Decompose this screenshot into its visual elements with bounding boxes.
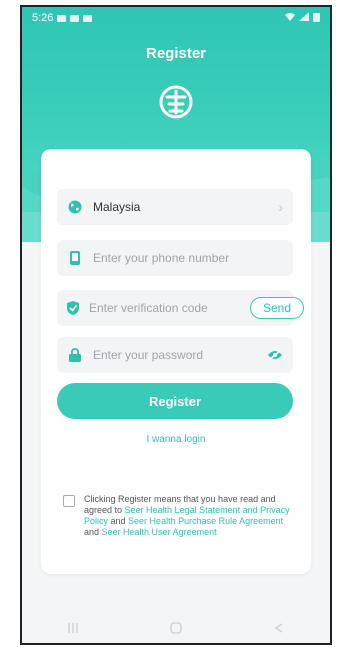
recent-apps-icon[interactable] bbox=[66, 621, 80, 635]
phone-field[interactable] bbox=[57, 240, 293, 276]
send-code-button[interactable]: Send bbox=[250, 297, 305, 319]
signal-icon bbox=[299, 12, 309, 24]
password-field[interactable] bbox=[57, 337, 293, 373]
wifi-icon bbox=[285, 12, 295, 24]
home-icon[interactable] bbox=[169, 621, 183, 635]
message-notification-icon bbox=[70, 14, 80, 22]
chevron-right-icon: › bbox=[278, 199, 283, 215]
app-logo-icon bbox=[157, 83, 195, 121]
country-selector[interactable]: Malaysia › bbox=[57, 189, 293, 225]
agreement-text-part: and bbox=[84, 527, 102, 537]
back-icon[interactable] bbox=[272, 621, 286, 635]
agreement-block: Clicking Register means that you have re… bbox=[63, 494, 293, 538]
login-link[interactable]: I wanna login bbox=[41, 434, 311, 445]
eye-off-icon[interactable] bbox=[267, 347, 283, 363]
status-bar: 5:26 bbox=[22, 7, 330, 29]
agreement-text: Clicking Register means that you have re… bbox=[84, 494, 293, 538]
verification-code-field[interactable]: Send bbox=[57, 290, 305, 326]
agreement-checkbox[interactable] bbox=[63, 495, 75, 507]
password-input[interactable] bbox=[93, 348, 267, 362]
battery-icon bbox=[313, 12, 320, 25]
shield-icon bbox=[67, 300, 79, 316]
phone-screen: 5:26 Register Malaysia › Enter your phon… bbox=[20, 5, 332, 645]
status-time: 5:26 bbox=[32, 12, 54, 24]
purchase-rule-link[interactable]: Seer Health Purchase Rule Agreement bbox=[128, 516, 283, 526]
phone-input[interactable] bbox=[93, 251, 283, 265]
country-value: Malaysia bbox=[93, 200, 141, 214]
phone-icon bbox=[67, 250, 83, 266]
page-title: Register bbox=[145, 45, 207, 62]
user-agreement-link[interactable]: Seer Health User Agreement bbox=[102, 527, 217, 537]
lock-icon bbox=[67, 347, 83, 363]
verification-code-input[interactable] bbox=[89, 301, 244, 315]
system-nav-bar bbox=[22, 613, 330, 643]
mail-notification-icon bbox=[83, 14, 93, 22]
globe-icon bbox=[67, 199, 83, 215]
register-card: Malaysia › Send bbox=[41, 149, 311, 574]
register-button[interactable]: Register bbox=[57, 383, 293, 419]
gallery-notification-icon bbox=[57, 14, 67, 22]
agreement-text-part: and bbox=[108, 516, 129, 526]
